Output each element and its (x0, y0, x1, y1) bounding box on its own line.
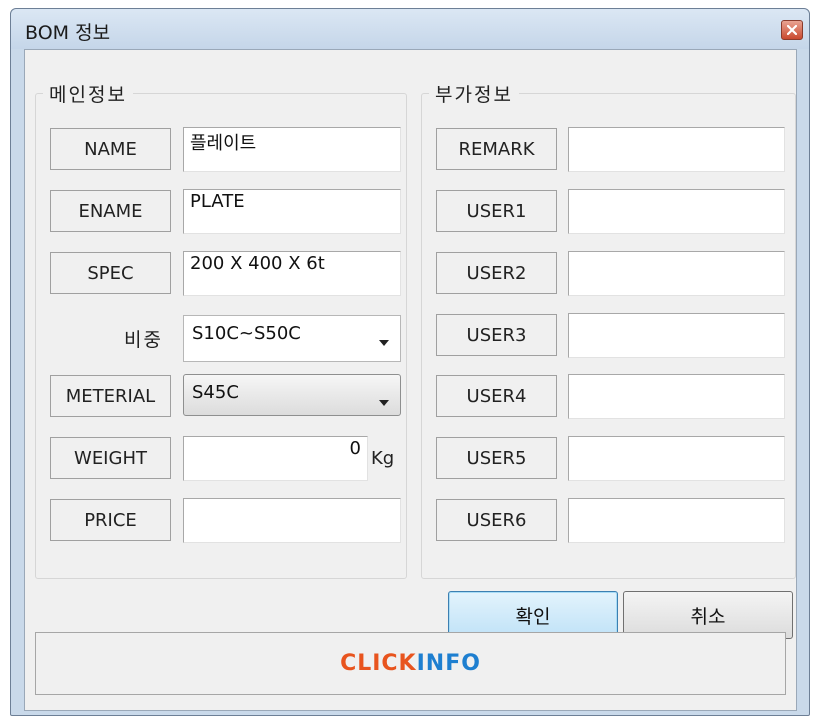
close-button[interactable] (781, 20, 803, 40)
user6-field[interactable] (568, 498, 785, 543)
material-label: METERIAL (50, 375, 171, 417)
material-value: S45C (192, 382, 239, 403)
user5-label: USER5 (436, 437, 557, 479)
chevron-down-icon (378, 331, 390, 352)
price-field[interactable] (183, 498, 401, 543)
user3-label: USER3 (436, 314, 557, 356)
user2-field[interactable] (568, 251, 785, 296)
main-info-group-title: 메인정보 (43, 80, 133, 107)
window-title: BOM 정보 (25, 22, 111, 44)
clickinfo-logo: CLICKINFO (36, 651, 785, 676)
logo-part-info: INFO (416, 651, 481, 676)
spec-label: SPEC (50, 252, 171, 294)
remark-label: REMARK (436, 128, 557, 170)
user4-label: USER4 (436, 375, 557, 417)
weight-field[interactable]: 0 (183, 436, 368, 481)
user1-label: USER1 (436, 190, 557, 232)
name-label: NAME (50, 128, 171, 170)
user6-label: USER6 (436, 499, 557, 541)
spec-field[interactable]: 200 X 400 X 6t (183, 251, 401, 296)
remark-field[interactable] (568, 127, 785, 172)
ename-label: ENAME (50, 190, 171, 232)
density-label: 비중 (124, 329, 163, 351)
close-icon (787, 25, 797, 35)
extra-info-group-title: 부가정보 (429, 80, 519, 107)
title-bar[interactable]: BOM 정보 (11, 9, 809, 49)
density-combo[interactable]: S10C~S50C (183, 315, 401, 362)
chevron-down-icon (378, 391, 390, 412)
user3-field[interactable] (568, 313, 785, 358)
logo-part-click: CLICK (340, 651, 417, 676)
weight-unit: Kg (371, 448, 395, 469)
material-combo[interactable]: S45C (183, 374, 401, 416)
status-panel: CLICKINFO (35, 632, 786, 695)
name-field[interactable]: 플레이트 (183, 127, 401, 172)
weight-label: WEIGHT (50, 437, 171, 479)
user1-field[interactable] (568, 189, 785, 234)
density-value: S10C~S50C (192, 323, 301, 344)
user5-field[interactable] (568, 436, 785, 481)
price-label: PRICE (50, 499, 171, 541)
dialog-body: 메인정보 NAME 플레이트 ENAME PLATE SPEC 200 X 40… (24, 49, 797, 711)
ename-field[interactable]: PLATE (183, 189, 401, 234)
bom-info-dialog: BOM 정보 메인정보 NAME 플레이트 ENAME PLATE SPEC 2… (10, 8, 810, 716)
user2-label: USER2 (436, 252, 557, 294)
user4-field[interactable] (568, 374, 785, 419)
